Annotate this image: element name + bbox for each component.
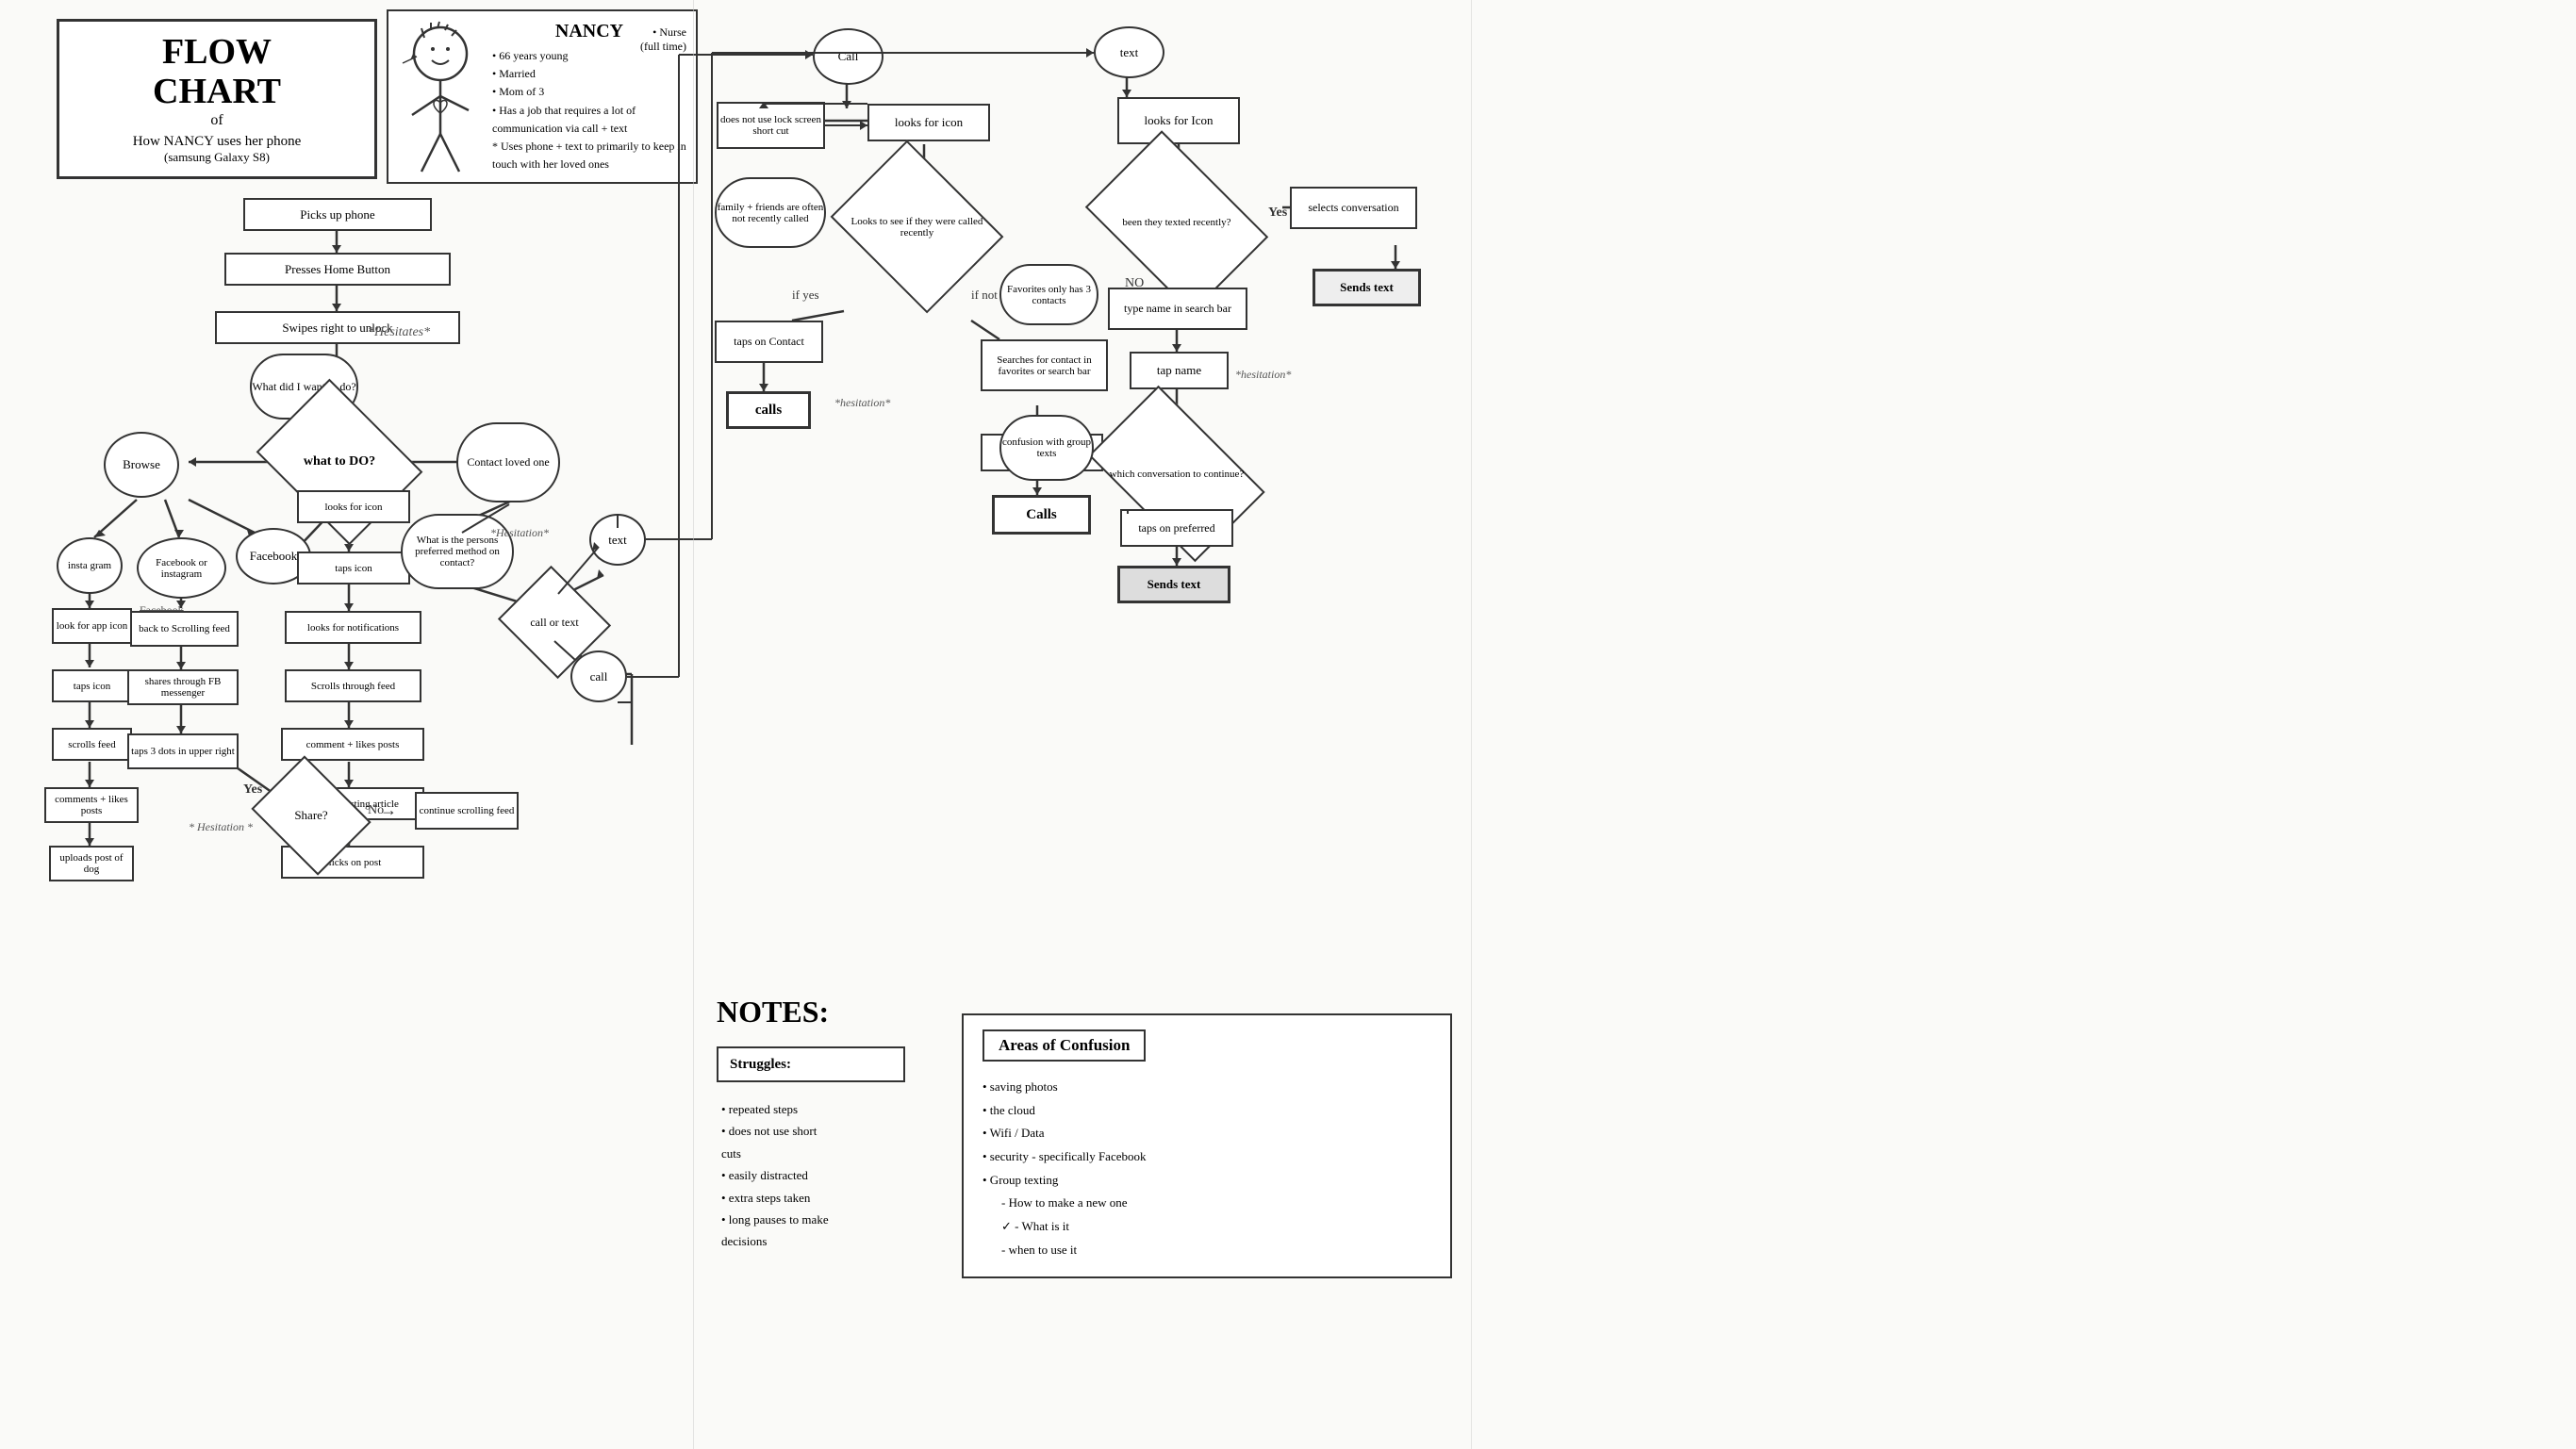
hesitation-text-label: *hesitation* [1235, 368, 1291, 382]
hesitation-call-label: *hesitation* [834, 396, 890, 410]
tap-name-box: tap name [1130, 352, 1229, 389]
continue-scrolling-box: continue scrolling feed [415, 792, 519, 830]
call-top-circle: Call [813, 28, 883, 85]
taps-on-contact-box: taps on Contact [715, 321, 823, 363]
text1-circle: text [589, 514, 646, 566]
nancy-nurse: • Nurse(full time) [640, 25, 686, 54]
if-yes-label: if yes [792, 288, 819, 303]
title-line1: FLOW [162, 33, 272, 73]
yes2-label: Yes [1268, 206, 1287, 221]
been-texted-diamond: been they texted recently? [1101, 168, 1252, 276]
confusion-section: Areas of Confusion • saving photos • the… [962, 1013, 1452, 1278]
title-box: FLOW CHART of How NANCY uses her phone (… [57, 19, 377, 179]
family-friends-cloud: family + friends are often not recently … [715, 177, 826, 248]
confusion-label-box: Areas of Confusion [983, 1029, 1146, 1062]
looks-notifications-box: looks for notifications [285, 611, 421, 644]
type-name-search-box: type name in search bar [1108, 288, 1247, 330]
looks-for-icon-fb-box: looks for icon [297, 490, 410, 523]
which-conversation-text: which conversation to continue? [1110, 469, 1245, 480]
what-to-do-text: what to DO? [304, 454, 375, 469]
taps-icon-fb-box: taps icon [297, 552, 410, 585]
yes-label: Yes [243, 782, 262, 798]
looks-to-see-text: Looks to see if they were called recentl… [849, 216, 985, 239]
if-not-label: if not [971, 288, 998, 303]
call-or-text-text: call or text [530, 616, 578, 630]
contact-loved-one-cloud: Contact loved one [456, 422, 560, 502]
divider-1 [693, 0, 694, 1449]
arrow-no: → [380, 800, 397, 820]
nancy-facts: • 66 years young • Married • Mom of 3 • … [492, 47, 686, 173]
searches-contact-box: Searches for contact in favorites or sea… [981, 339, 1108, 391]
character-box: NANCY • 66 years young • Married • Mom o… [387, 9, 698, 184]
title-device: (samsung Galaxy S8) [164, 150, 270, 165]
share-diamond: Share? [264, 778, 358, 853]
confusion-group-cloud: confusion with group texts [999, 415, 1094, 481]
presses-home-box: Presses Home Button [224, 253, 451, 286]
scrolls-feed-box: scrolls feed [52, 728, 132, 761]
instagram-circle: insta gram [57, 537, 123, 594]
confusion-label: Areas of Confusion [999, 1036, 1130, 1054]
look-for-app-icon-box: look for app icon [52, 608, 132, 644]
hesitation3-label: *Hesitation* [490, 526, 549, 540]
selects-conversation-box: selects conversation [1290, 187, 1417, 229]
struggles-label: Struggles: [730, 1057, 791, 1072]
been-texted-text: been they texted recently? [1122, 217, 1230, 228]
shares-through-fb-box: shares through FB messenger [127, 669, 239, 705]
title-line2: CHART [153, 73, 281, 112]
picks-up-phone-box: Picks up phone [243, 198, 432, 231]
looks-for-icon-call-box: looks for icon [867, 104, 990, 141]
confusion-items: • saving photos • the cloud • Wifi / Dat… [983, 1076, 1431, 1262]
title-of: of [210, 112, 223, 129]
notes-title: NOTES: [717, 995, 829, 1029]
taps-icon-left-box: taps icon [52, 669, 132, 702]
comments-likes-box: comments + likes posts [44, 787, 139, 823]
stick-figure [398, 21, 483, 176]
persons-preferred-cloud: What is the persons preferred method on … [401, 514, 514, 589]
browse-circle: Browse [104, 432, 179, 498]
divider-2 [1471, 0, 1472, 1449]
hesitation2-label: * Hesitation * [189, 820, 253, 834]
back-to-scrolling-box: back to Scrolling feed [130, 611, 239, 647]
sends-text1-box: Sends text [1313, 269, 1421, 306]
sends-text2-box: Sends text [1117, 566, 1230, 603]
facebook-or-instagram-circle: Facebook or instagram [137, 537, 226, 599]
taps-3-dots-box: taps 3 dots in upper right [127, 733, 239, 769]
struggles-label-box: Struggles: [717, 1046, 905, 1082]
notes-section: NOTES: Struggles: • repeated steps • doe… [717, 995, 829, 1029]
looks-to-see-diamond: Looks to see if they were called recentl… [849, 173, 985, 281]
struggles-list: • repeated steps • does not use short cu… [721, 1098, 829, 1253]
does-not-use-box: does not use lock screen short cut [717, 102, 825, 149]
taps-on-preferred-box: taps on preferred [1120, 509, 1233, 547]
title-subtitle: How NANCY uses her phone [133, 134, 302, 150]
text-top-circle: text [1094, 26, 1164, 78]
uploads-post-box: uploads post of dog [49, 846, 134, 881]
calls2-box: Calls [992, 495, 1091, 535]
page: { "title": { "line1": "FLOW", "line2": "… [0, 0, 2576, 1449]
scrolls-through-feed-box: Scrolls through feed [285, 669, 421, 702]
call-or-text-diamond: call or text [512, 585, 597, 660]
looks-for-icon-text-box: looks for Icon [1117, 97, 1240, 144]
calls1-box: calls [726, 391, 811, 429]
share-text: Share? [294, 808, 327, 823]
call1-circle: call [570, 650, 627, 702]
hesitates-label: *Hesitates* [368, 325, 430, 340]
favorites-only-cloud: Favorites only has 3 contacts [999, 264, 1098, 325]
